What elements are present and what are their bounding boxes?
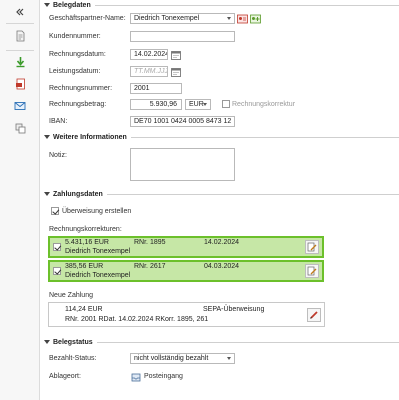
partner-select[interactable]: Diedrich Tonexempel [130, 13, 235, 24]
collapse-caret-icon [44, 3, 50, 7]
pencil-icon [310, 311, 318, 319]
partner-card-icon[interactable] [237, 13, 248, 24]
kundennummer-label: Kundennummer: [49, 33, 101, 40]
section-title: Weitere Informationen [53, 133, 127, 141]
sidebar-divider [6, 23, 34, 24]
section-zahlungsdaten[interactable]: Zahlungsdaten [44, 189, 399, 199]
calendar-icon[interactable] [170, 66, 181, 77]
edit-payment-button[interactable] [307, 308, 321, 322]
section-title: Belegstatus [53, 338, 93, 346]
document-icon[interactable] [10, 26, 30, 46]
edit-document-button[interactable] [305, 264, 319, 278]
download-icon[interactable] [10, 52, 30, 72]
pdf-icon[interactable] [10, 74, 30, 94]
section-weitere-informationen[interactable]: Weitere Informationen [44, 132, 399, 142]
correction-checkbox[interactable] [53, 267, 61, 275]
currency-value: EUR [189, 101, 204, 108]
notiz-textarea[interactable] [130, 148, 235, 181]
correction-name: Diedrich Tonexempel [65, 248, 131, 255]
leistungsdatum-label: Leistungsdatum: [49, 68, 101, 75]
rechnungsdatum-label: Rechnungsdatum: [49, 51, 106, 58]
neue-zahlung-label: Neue Zahlung [49, 292, 93, 299]
chevron-down-icon [203, 103, 207, 106]
section-belegstatus[interactable]: Belegstatus [44, 337, 399, 347]
rechnungsdatum-input[interactable]: 14.02.2024 [130, 49, 168, 60]
notiz-label: Notiz: [49, 152, 67, 159]
rechnungsnummer-label: Rechnungsnummer: [49, 85, 113, 92]
korrekturen-label: Rechnungskorrekturen: [49, 226, 122, 233]
chevron-down-icon [227, 357, 231, 360]
kundennummer-input[interactable] [130, 31, 235, 42]
chevron-down-icon [227, 17, 231, 20]
edit-document-button[interactable] [305, 240, 319, 254]
ueberweisung-checkbox[interactable] [51, 207, 59, 215]
ablageort-label: Ablageort: [49, 373, 81, 380]
inbox-icon [130, 371, 141, 382]
collapse-caret-icon [44, 340, 50, 344]
ueberweisung-label: Überweisung erstellen [62, 208, 132, 215]
app-root: Belegdaten Geschäftspartner-Name: Diedri… [0, 0, 399, 400]
correction-rnr: RNr. 1895 [134, 239, 166, 246]
edit-icon [307, 242, 317, 252]
section-rule [96, 341, 399, 343]
payment-row[interactable]: 114,24 EUR SEPA-Überweisung RNr. 2001 RD… [48, 302, 325, 327]
correction-date: 04.03.2024 [204, 263, 240, 270]
payment-reference: RNr. 2001 RDat. 14.02.2024 RKorr. 1895, … [65, 316, 209, 323]
correction-name: Diedrich Tonexempel [65, 272, 131, 279]
ablageort-value: Posteingang [144, 373, 183, 380]
currency-select[interactable]: EUR [185, 99, 211, 110]
mail-icon[interactable] [10, 96, 30, 116]
rechnungsbetrag-label: Rechnungsbetrag: [49, 101, 107, 108]
payment-amount: 114,24 EUR [65, 306, 103, 313]
rechnungsnummer-input[interactable]: 2001 [130, 83, 182, 94]
calendar-icon[interactable] [170, 49, 181, 60]
copy-icon[interactable] [10, 118, 30, 138]
rechnungsbetrag-input[interactable]: 5.930,96 [130, 99, 182, 110]
partner-label: Geschäftspartner-Name: [49, 15, 126, 22]
partner-add-icon[interactable] [250, 13, 261, 24]
correction-date: 14.02.2024 [204, 239, 240, 246]
bezahlt-select[interactable]: nicht vollständig bezahlt [130, 353, 235, 364]
bezahlt-label: Bezahlt-Status: [49, 355, 97, 362]
correction-row[interactable]: 385,56 EUR RNr. 2617 04.03.2024 Diedrich… [48, 260, 324, 282]
section-title: Belegdaten [53, 1, 91, 9]
rechnungskorrektur-checkbox[interactable] [222, 100, 230, 108]
edit-icon [307, 266, 317, 276]
iban-label: IBAN: [49, 118, 68, 125]
collapse-caret-icon [44, 192, 50, 196]
action-sidebar [0, 0, 40, 400]
iban-input[interactable]: DE70 1001 0424 0005 8473 12 [130, 116, 235, 127]
form-main: Belegdaten Geschäftspartner-Name: Diedri… [40, 0, 399, 400]
section-rule [94, 4, 399, 6]
partner-value: Diedrich Tonexempel [134, 15, 200, 22]
sidebar-divider [6, 50, 34, 51]
correction-row[interactable]: 5.431,16 EUR RNr. 1895 14.02.2024 Diedri… [48, 236, 324, 258]
bezahlt-value: nicht vollständig bezahlt [134, 355, 209, 362]
collapse-caret-icon [44, 135, 50, 139]
section-belegdaten[interactable]: Belegdaten [44, 0, 399, 10]
payment-method: SEPA-Überweisung [203, 306, 265, 313]
rechnungskorrektur-label: Rechnungskorrektur [232, 101, 296, 108]
correction-amount: 5.431,16 EUR [65, 239, 109, 246]
correction-rnr: RNr. 2617 [134, 263, 166, 270]
leistungsdatum-input[interactable]: TT.MM.JJJJ [130, 66, 168, 77]
collapse-icon[interactable] [10, 2, 30, 22]
section-title: Zahlungsdaten [53, 190, 103, 198]
section-rule [130, 136, 399, 138]
correction-checkbox[interactable] [53, 243, 61, 251]
correction-amount: 385,56 EUR [65, 263, 104, 270]
section-rule [106, 193, 399, 195]
